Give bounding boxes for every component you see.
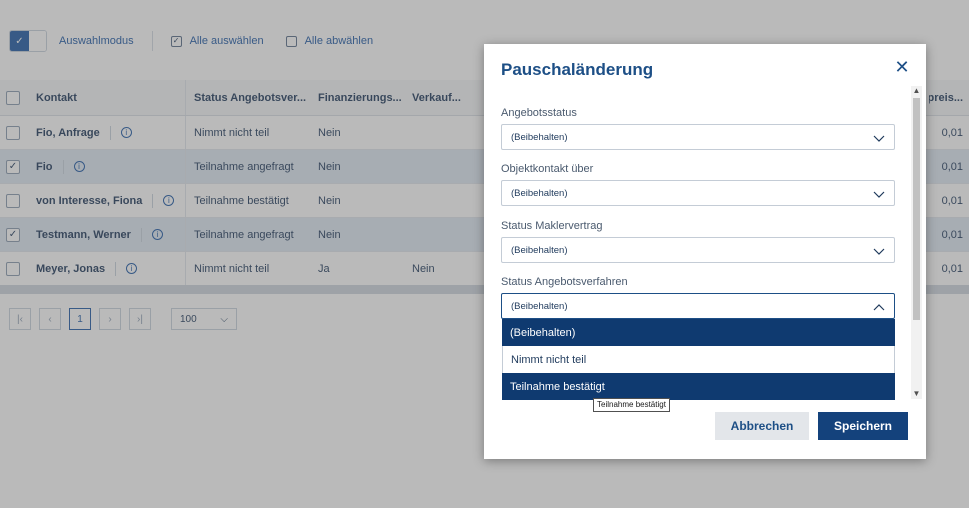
option-nimmt-nicht-teil[interactable]: Nimmt nicht teil xyxy=(502,346,895,373)
save-button[interactable]: Speichern xyxy=(818,412,908,440)
objektkontakt-select[interactable]: (Beibehalten) xyxy=(501,180,895,206)
objektkontakt-value: (Beibehalten) xyxy=(511,187,568,199)
option-beibehalten[interactable]: (Beibehalten) xyxy=(502,319,895,346)
angebotsverfahren-value: (Beibehalten) xyxy=(511,300,568,312)
field-label-maklervertrag: Status Maklervertrag xyxy=(501,220,603,232)
bulk-change-dialog: Pauschaländerung ✕ Angebotsstatus (Beibe… xyxy=(484,44,926,459)
angebotsstatus-select[interactable]: (Beibehalten) xyxy=(501,124,895,150)
field-label-angebotsstatus: Angebotsstatus xyxy=(501,107,577,119)
close-icon[interactable]: ✕ xyxy=(894,58,910,76)
field-label-objektkontakt: Objektkontakt über xyxy=(501,163,594,175)
angebotsverfahren-select[interactable]: (Beibehalten) xyxy=(501,293,895,319)
field-label-angebotsverfahren: Status Angebotsverfahren xyxy=(501,276,628,288)
angebotsverfahren-options: (Beibehalten) Nimmt nicht teil Teilnahme… xyxy=(502,319,895,400)
dialog-scrollbar[interactable]: ▲ ▼ xyxy=(911,86,922,399)
cancel-button[interactable]: Abbrechen xyxy=(715,412,809,440)
chevron-up-icon xyxy=(873,301,885,313)
option-tooltip: Teilnahme bestätigt xyxy=(593,398,670,412)
chevron-down-icon xyxy=(873,188,885,200)
maklervertrag-value: (Beibehalten) xyxy=(511,244,568,256)
chevron-down-icon xyxy=(873,245,885,257)
maklervertrag-select[interactable]: (Beibehalten) xyxy=(501,237,895,263)
angebotsstatus-value: (Beibehalten) xyxy=(511,131,568,143)
scroll-down-icon[interactable]: ▼ xyxy=(911,389,922,399)
chevron-down-icon xyxy=(873,132,885,144)
option-teilnahme-bestaetigt[interactable]: Teilnahme bestätigt xyxy=(502,373,895,400)
scrollbar-thumb[interactable] xyxy=(913,98,920,320)
dialog-title: Pauschaländerung xyxy=(501,60,654,79)
scroll-up-icon[interactable]: ▲ xyxy=(911,86,922,96)
